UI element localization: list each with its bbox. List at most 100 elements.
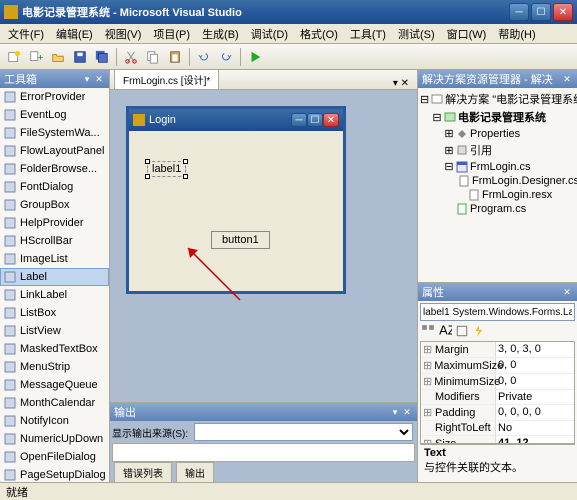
toolbox-item-maskedtextbox[interactable]: MaskedTextBox: [0, 340, 109, 358]
output-close-icon[interactable]: ✕: [401, 406, 413, 418]
properties-button[interactable]: [454, 323, 470, 339]
toolbox-panel: 工具箱 ▾ ✕ ErrorProviderEventLogFileSystemW…: [0, 70, 110, 482]
save-button[interactable]: [70, 47, 90, 67]
toolbox-item-flowlayoutpanel[interactable]: FlowLayoutPanel: [0, 142, 109, 160]
design-label1[interactable]: label1: [147, 161, 186, 177]
menu-edit[interactable]: 编辑(E): [50, 24, 99, 44]
solution-close-icon[interactable]: ✕: [561, 73, 573, 85]
toolbox-item-groupbox[interactable]: GroupBox: [0, 196, 109, 214]
property-row-maximumsize[interactable]: ⊞MaximumSize0, 0: [421, 358, 574, 374]
output-text[interactable]: [112, 443, 415, 462]
toolbox-item-monthcalendar[interactable]: MonthCalendar: [0, 394, 109, 412]
design-form-window[interactable]: Login ─ ☐ ✕ label1 button1: [126, 106, 346, 294]
add-item-button[interactable]: +: [26, 47, 46, 67]
close-button[interactable]: ✕: [553, 3, 573, 21]
tab-error-list[interactable]: 错误列表: [114, 462, 172, 483]
menu-build[interactable]: 生成(B): [196, 24, 245, 44]
tab-output[interactable]: 输出: [176, 462, 214, 483]
cut-button[interactable]: [121, 47, 141, 67]
tree-references[interactable]: ⊞引用: [420, 141, 575, 159]
tree-program-cs[interactable]: Program.cs: [420, 202, 575, 216]
alphabetical-button[interactable]: AZ: [437, 323, 453, 339]
toolbox-item-numericupdown[interactable]: NumericUpDown: [0, 430, 109, 448]
save-all-button[interactable]: [92, 47, 112, 67]
menu-format[interactable]: 格式(O): [294, 24, 344, 44]
paste-button[interactable]: [165, 47, 185, 67]
toolbox-item-folderbrowse[interactable]: FolderBrowse...: [0, 160, 109, 178]
design-form-title: Login: [149, 114, 176, 126]
property-row-margin[interactable]: ⊞Margin3, 0, 3, 0: [421, 342, 574, 358]
open-button[interactable]: [48, 47, 68, 67]
statusbar: 就绪: [0, 482, 577, 500]
start-debug-button[interactable]: [245, 47, 265, 67]
menu-window[interactable]: 窗口(W): [441, 24, 493, 44]
property-row-padding[interactable]: ⊞Padding0, 0, 0, 0: [421, 405, 574, 421]
tab-frmlogin-design[interactable]: FrmLogin.cs [设计]*: [114, 69, 219, 89]
tab-close-icon[interactable]: ▾ ✕: [389, 78, 413, 89]
maximize-button[interactable]: ☐: [531, 3, 551, 21]
properties-object-select[interactable]: [420, 303, 575, 321]
toolbox-header: 工具箱 ▾ ✕: [0, 70, 109, 88]
toolbox-item-pagesetupdialog[interactable]: PageSetupDialog: [0, 466, 109, 482]
design-surface[interactable]: Login ─ ☐ ✕ label1 button1: [110, 90, 417, 402]
toolbox-item-menustrip[interactable]: MenuStrip: [0, 358, 109, 376]
toolbox-item-openfiledialog[interactable]: OpenFileDialog: [0, 448, 109, 466]
property-row-righttoleft[interactable]: RightToLeftNo: [421, 421, 574, 436]
property-grid[interactable]: ⊞Margin3, 0, 3, 0⊞MaximumSize0, 0⊞Minimu…: [420, 341, 575, 444]
copy-button[interactable]: [143, 47, 163, 67]
minimize-button[interactable]: ─: [509, 3, 529, 21]
menu-project[interactable]: 项目(P): [147, 24, 196, 44]
undo-button[interactable]: [194, 47, 214, 67]
panel-close-icon[interactable]: ✕: [93, 73, 105, 85]
tree-solution-root[interactable]: ⊟解决方案 "电影记录管理系统"(1 个: [420, 90, 575, 108]
toolbox-item-listbox[interactable]: ListBox: [0, 304, 109, 322]
form-minimize-button[interactable]: ─: [291, 113, 307, 127]
solution-tree[interactable]: ⊟解决方案 "电影记录管理系统"(1 个 ⊟电影记录管理系统 ⊞Properti…: [418, 88, 577, 282]
toolbox-item-hscrollbar[interactable]: HScrollBar: [0, 232, 109, 250]
property-row-minimumsize[interactable]: ⊞MinimumSize0, 0: [421, 374, 574, 390]
toolbox-item-messagequeue[interactable]: MessageQueue: [0, 376, 109, 394]
toolbox-item-listview[interactable]: ListView: [0, 322, 109, 340]
app-icon: [4, 5, 18, 19]
toolbox-item-fontdialog[interactable]: FontDialog: [0, 178, 109, 196]
toolbox-list[interactable]: ErrorProviderEventLogFileSystemWa...Flow…: [0, 88, 109, 482]
toolbox-item-notifyicon[interactable]: NotifyIcon: [0, 412, 109, 430]
tree-resx[interactable]: FrmLogin.resx: [420, 188, 575, 202]
toolbox-item-linklabel[interactable]: LinkLabel: [0, 286, 109, 304]
menu-test[interactable]: 测试(S): [392, 24, 441, 44]
toolbox-item-errorprovider[interactable]: ErrorProvider: [0, 88, 109, 106]
properties-title: 属性: [422, 284, 444, 300]
pin-icon[interactable]: ▾: [81, 73, 93, 85]
toolbox-item-imagelist[interactable]: ImageList: [0, 250, 109, 268]
menu-help[interactable]: 帮助(H): [492, 24, 541, 44]
toolbox-item-label[interactable]: Label: [0, 268, 109, 286]
redo-button[interactable]: [216, 47, 236, 67]
toolbox-title: 工具箱: [4, 71, 37, 87]
toolbox-item-helpprovider[interactable]: HelpProvider: [0, 214, 109, 232]
window-titlebar: 电影记录管理系统 - Microsoft Visual Studio ─ ☐ ✕: [0, 0, 577, 24]
form-close-button[interactable]: ✕: [323, 113, 339, 127]
design-button1[interactable]: button1: [211, 231, 270, 249]
toolbox-item-filesystemwa[interactable]: FileSystemWa...: [0, 124, 109, 142]
output-pin-icon[interactable]: ▾: [389, 406, 401, 418]
menu-file[interactable]: 文件(F): [2, 24, 50, 44]
menu-tools[interactable]: 工具(T): [344, 24, 392, 44]
tree-frmlogin[interactable]: ⊟FrmLogin.cs: [420, 159, 575, 174]
property-row-modifiers[interactable]: ModifiersPrivate: [421, 390, 574, 405]
form-maximize-button[interactable]: ☐: [307, 113, 323, 127]
new-project-button[interactable]: [4, 47, 24, 67]
properties-close-icon[interactable]: ✕: [561, 286, 573, 298]
design-form-body[interactable]: label1 button1: [129, 131, 343, 291]
bottom-tabs: 错误列表 输出: [110, 462, 417, 482]
property-row-size[interactable]: ⊞Size41, 12: [421, 436, 574, 444]
tree-designer-cs[interactable]: FrmLogin.Designer.cs: [420, 174, 575, 188]
tree-properties[interactable]: ⊞Properties: [420, 126, 575, 141]
output-source-select[interactable]: [194, 423, 413, 441]
toolbox-item-eventlog[interactable]: EventLog: [0, 106, 109, 124]
menu-debug[interactable]: 调试(D): [245, 24, 294, 44]
menu-view[interactable]: 视图(V): [99, 24, 148, 44]
properties-header: 属性 ✕: [418, 283, 577, 301]
categorized-button[interactable]: [420, 323, 436, 339]
tree-project[interactable]: ⊟电影记录管理系统: [420, 108, 575, 126]
events-button[interactable]: [471, 323, 487, 339]
